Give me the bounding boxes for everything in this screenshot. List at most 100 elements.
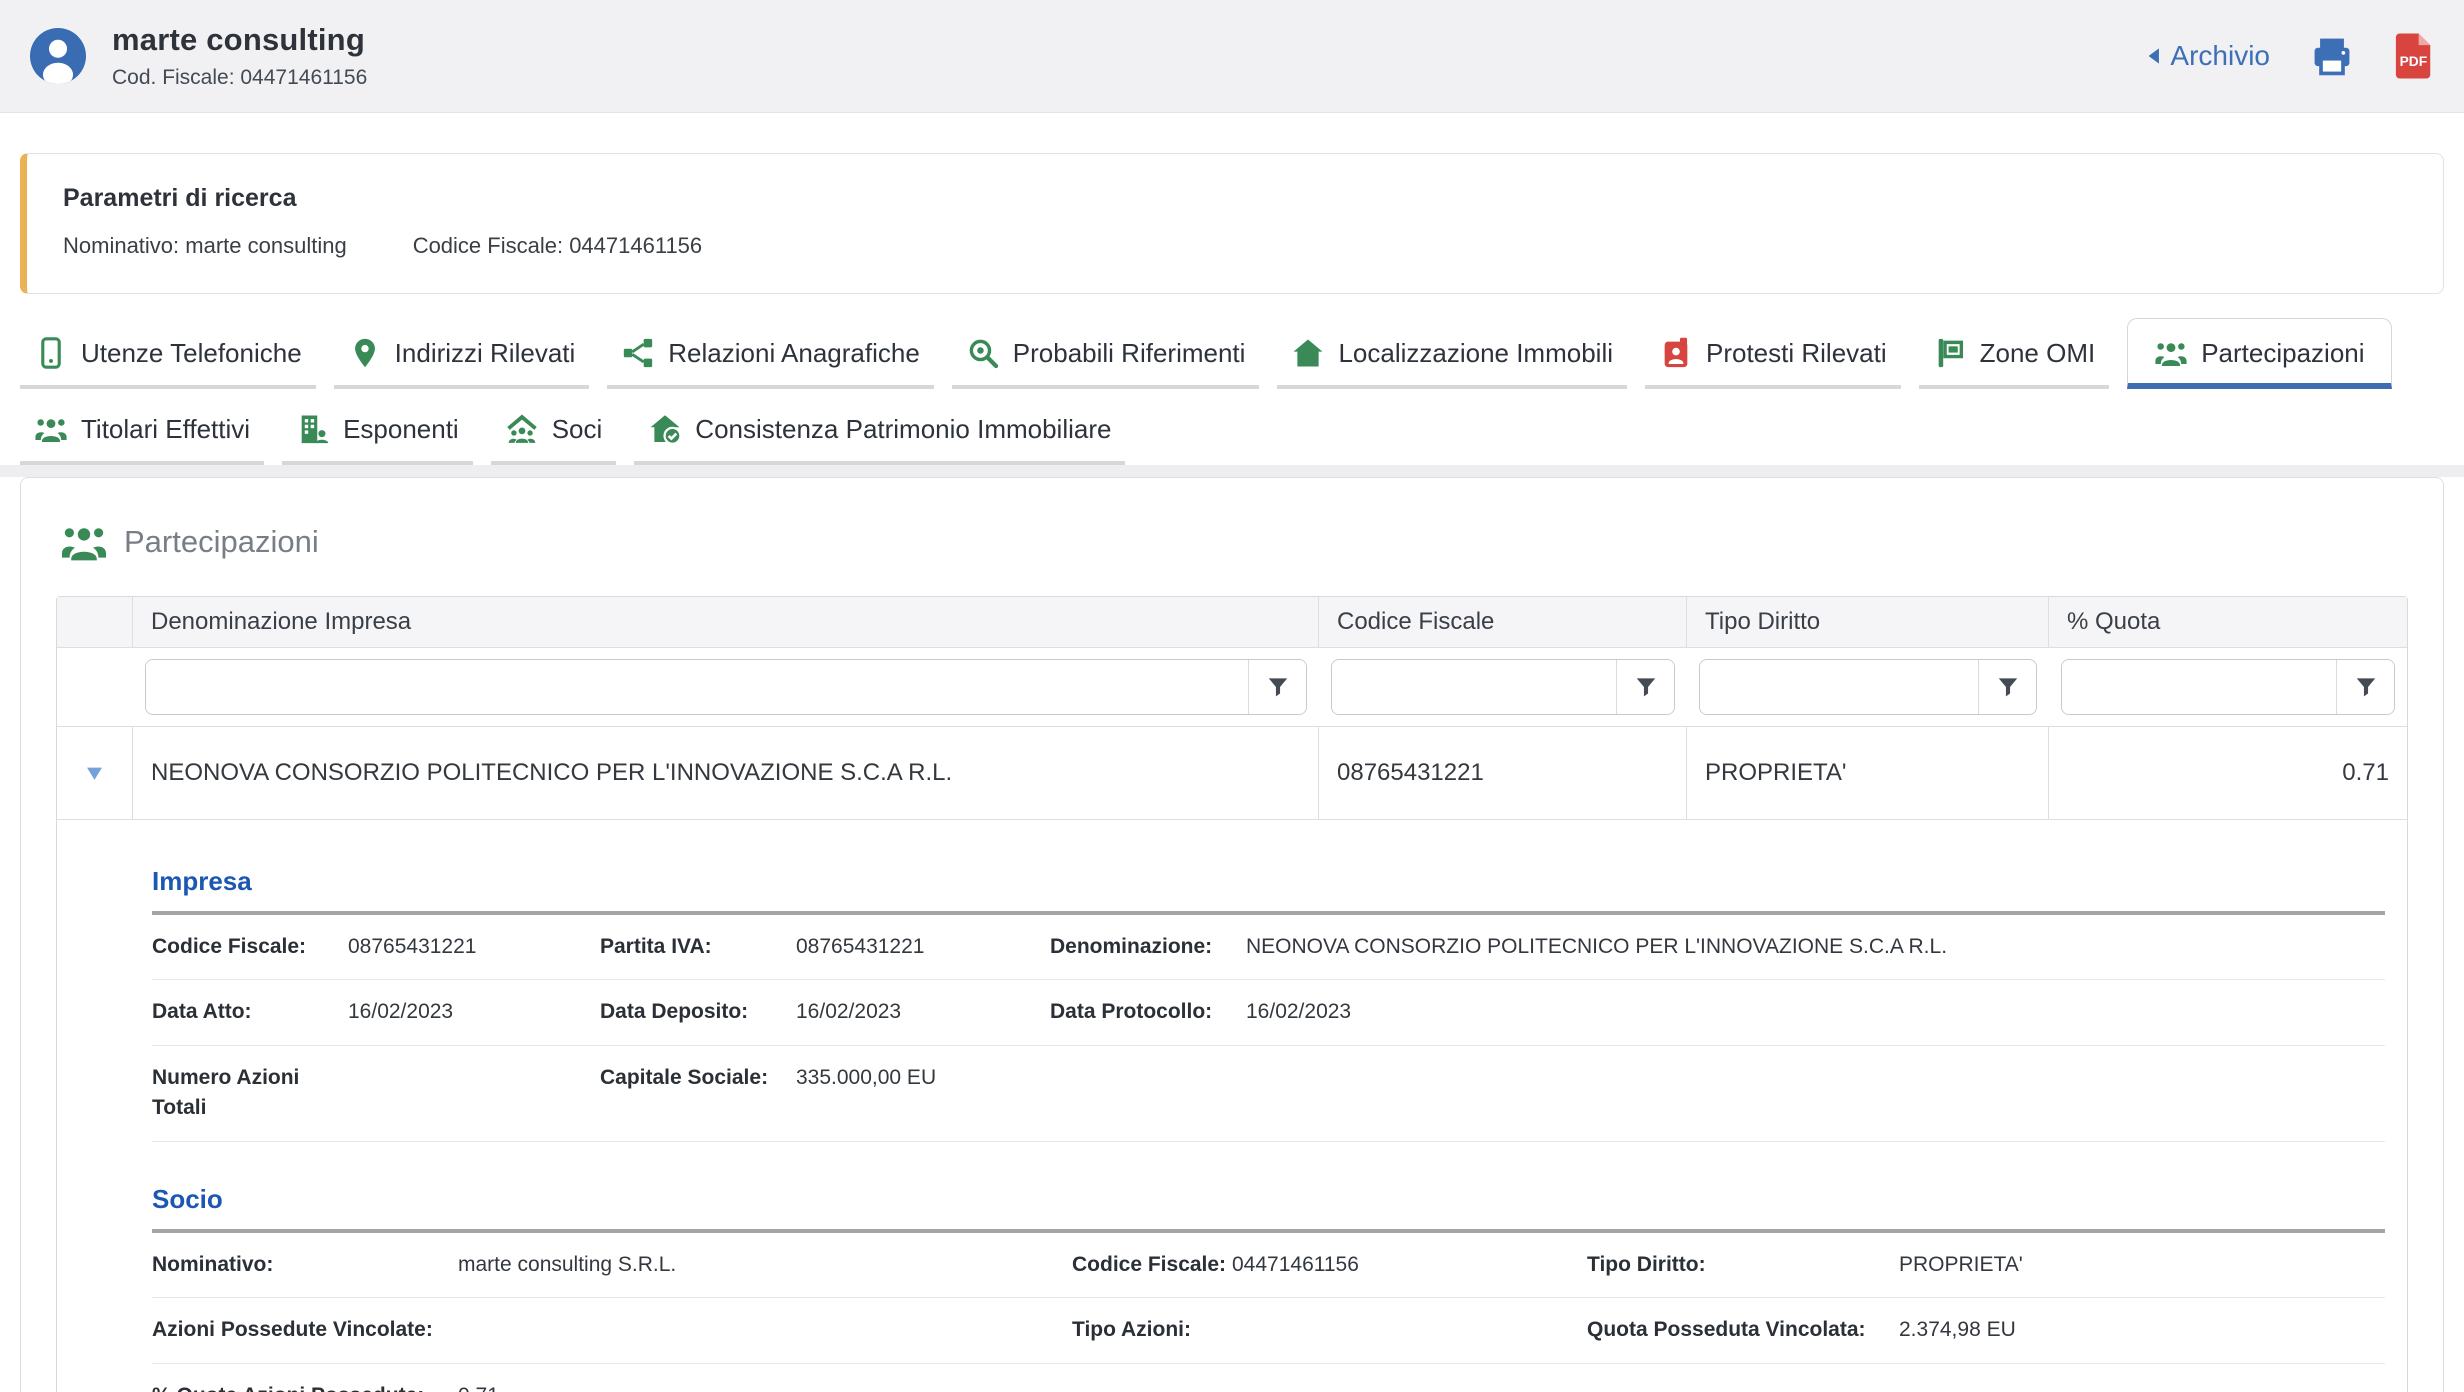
company-heading: marte consulting Cod. Fiscale: 044714611…	[112, 22, 367, 90]
field-label: Capitale Sociale:	[600, 1063, 796, 1093]
print-button[interactable]	[2310, 34, 2354, 78]
section-title: Partecipazioni	[60, 518, 2408, 566]
tab-bar-primary: Utenze Telefoniche Indirizzi Rilevati Re…	[20, 318, 2444, 389]
archive-link[interactable]: Archivio	[2147, 40, 2270, 72]
tab-partecipazioni[interactable]: Partecipazioni	[2127, 318, 2391, 389]
row-codice-fiscale: 08765431221	[1319, 727, 1687, 819]
filter-button-codice-fiscale[interactable]	[1616, 660, 1674, 714]
tab-label: Titolari Effettivi	[81, 414, 250, 445]
filter-box-codice-fiscale	[1331, 659, 1675, 715]
field-label: Azioni Possedute Vincolate:	[152, 1315, 458, 1345]
field-value: 08765431221	[348, 932, 476, 962]
tab-titolari-effettivi[interactable]: Titolari Effettivi	[20, 395, 264, 465]
field-label: Data Deposito:	[600, 997, 796, 1027]
tab-protesti-rilevati[interactable]: Protesti Rilevati	[1645, 319, 1901, 389]
header-actions: Archivio PDF	[2147, 32, 2434, 80]
tab-localizzazione-immobili[interactable]: Localizzazione Immobili	[1277, 319, 1627, 389]
field-label: Nominativo:	[152, 1250, 458, 1280]
field-value: 04471461156	[1232, 1250, 1359, 1280]
socio-heading: Socio	[152, 1184, 2385, 1215]
filter-input-codice-fiscale[interactable]	[1332, 660, 1616, 714]
tab-soci[interactable]: Soci	[491, 395, 617, 465]
tab-zone-omi[interactable]: Zone OMI	[1919, 319, 2110, 389]
tab-indirizzi-rilevati[interactable]: Indirizzi Rilevati	[334, 319, 590, 389]
people-group-icon	[34, 412, 68, 446]
filter-box-denominazione	[145, 659, 1307, 715]
field-value: 335.000,00 EU	[796, 1063, 936, 1093]
tab-label: Consistenza Patrimonio Immobiliare	[695, 414, 1111, 445]
search-param-codice-fiscale: Codice Fiscale: 04471461156	[413, 233, 702, 259]
tab-label: Esponenti	[343, 414, 459, 445]
company-fiscal-code: Cod. Fiscale: 04471461156	[112, 66, 367, 90]
search-params-card: Parametri di ricerca Nominativo: marte c…	[20, 153, 2444, 294]
tab-label: Protesti Rilevati	[1706, 338, 1887, 369]
row-denominazione: NEONOVA CONSORZIO POLITECNICO PER L'INNO…	[133, 727, 1319, 819]
printer-icon	[2310, 34, 2354, 78]
panel-gap	[0, 465, 2464, 477]
tab-label: Probabili Riferimenti	[1013, 338, 1246, 369]
house-check-icon	[648, 412, 682, 446]
filter-box-tipo-diritto	[1699, 659, 2037, 715]
caret-left-icon	[2147, 47, 2160, 65]
field-value: NEONOVA CONSORZIO POLITECNICO PER L'INNO…	[1246, 932, 1947, 962]
tab-consistenza-patrimonio-immobiliare[interactable]: Consistenza Patrimonio Immobiliare	[634, 395, 1125, 465]
impresa-row: Numero Azioni Totali Capitale Sociale:33…	[152, 1046, 2385, 1142]
collapse-row-button[interactable]	[80, 760, 109, 787]
tab-utenze-telefoniche[interactable]: Utenze Telefoniche	[20, 319, 316, 389]
filter-input-quota[interactable]	[2062, 660, 2336, 714]
table-header-expand-col	[57, 597, 133, 647]
table-header-denominazione: Denominazione Impresa	[133, 597, 1319, 647]
partecipazioni-table: Denominazione Impresa Codice Fiscale Tip…	[56, 596, 2408, 1392]
funnel-icon	[1633, 674, 1659, 700]
search-location-icon	[966, 336, 1000, 370]
field-value: marte consulting S.R.L.	[458, 1250, 676, 1280]
tab-esponenti[interactable]: Esponenti	[282, 395, 473, 465]
person-badge-icon	[1659, 336, 1693, 370]
socio-row: % Quote Azioni Possedute:0.71	[152, 1364, 2385, 1392]
company-avatar-icon	[30, 28, 86, 84]
filter-button-tipo-diritto[interactable]	[1978, 660, 2036, 714]
row-quota: 0.71	[2049, 727, 2407, 819]
filter-input-denominazione[interactable]	[146, 660, 1248, 714]
table-header-quota: % Quota	[2049, 597, 2407, 647]
funnel-icon	[2353, 674, 2379, 700]
tab-relazioni-anagrafiche[interactable]: Relazioni Anagrafiche	[607, 319, 934, 389]
tab-bar-secondary: Titolari Effettivi Esponenti Soci Consis…	[20, 395, 2444, 465]
top-header: marte consulting Cod. Fiscale: 044714611…	[0, 0, 2464, 113]
table-header-row: Denominazione Impresa Codice Fiscale Tip…	[57, 597, 2407, 648]
filter-box-quota	[2061, 659, 2395, 715]
filter-input-tipo-diritto[interactable]	[1700, 660, 1978, 714]
tab-label: Utenze Telefoniche	[81, 338, 302, 369]
row-detail: Impresa Codice Fiscale:08765431221 Parti…	[57, 820, 2407, 1392]
section-title-text: Partecipazioni	[124, 524, 319, 560]
table-row[interactable]: NEONOVA CONSORZIO POLITECNICO PER L'INNO…	[57, 727, 2407, 820]
field-value: 16/02/2023	[1246, 997, 1351, 1027]
impresa-row: Data Atto:16/02/2023 Data Deposito:16/02…	[152, 980, 2385, 1045]
house-icon	[1291, 336, 1325, 370]
search-params-title: Parametri di ricerca	[63, 184, 2407, 213]
funnel-icon	[1265, 674, 1291, 700]
share-nodes-icon	[621, 336, 655, 370]
field-label: Tipo Azioni:	[1072, 1315, 1232, 1345]
tab-label: Indirizzi Rilevati	[395, 338, 576, 369]
people-group-icon	[2154, 336, 2188, 370]
house-people-icon	[505, 412, 539, 446]
field-value: 16/02/2023	[348, 997, 453, 1027]
filter-expand-col	[57, 648, 133, 726]
export-pdf-button[interactable]: PDF	[2394, 32, 2434, 80]
socio-row: Azioni Possedute Vincolate: Tipo Azioni:…	[152, 1298, 2385, 1363]
tab-probabili-riferimenti[interactable]: Probabili Riferimenti	[952, 319, 1260, 389]
filter-button-quota[interactable]	[2336, 660, 2394, 714]
tab-label: Zone OMI	[1980, 338, 2096, 369]
field-value: 08765431221	[796, 932, 924, 962]
pdf-icon-label: PDF	[2400, 54, 2428, 69]
field-value: 16/02/2023	[796, 997, 901, 1027]
mobile-phone-icon	[34, 336, 68, 370]
field-label: Denominazione:	[1050, 932, 1246, 962]
impresa-row: Codice Fiscale:08765431221 Partita IVA:0…	[152, 915, 2385, 980]
tab-label: Localizzazione Immobili	[1338, 338, 1613, 369]
archive-link-label: Archivio	[2170, 40, 2270, 72]
field-label: Quota Posseduta Vincolata:	[1587, 1315, 1899, 1345]
filter-button-denominazione[interactable]	[1248, 660, 1306, 714]
field-label: % Quote Azioni Possedute:	[152, 1381, 458, 1392]
